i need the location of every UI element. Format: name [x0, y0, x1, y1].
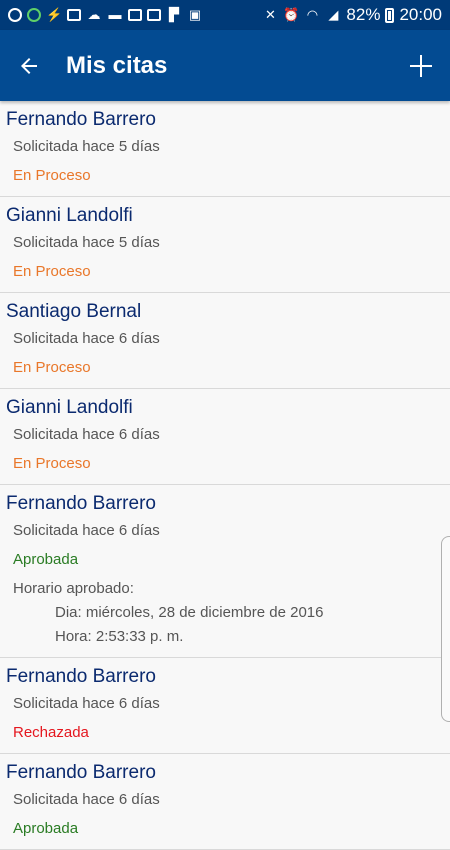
appointment-name: Gianni Landolfi: [6, 205, 133, 226]
appointment-name: Gianni Landolfi: [6, 397, 133, 418]
app-bar: Mis citas: [0, 30, 450, 101]
mute-icon: ✕: [264, 7, 276, 22]
cloud-icon: ☁: [87, 7, 101, 22]
image-icon: [67, 9, 81, 21]
appointment-requested: Solicitada hace 6 días: [13, 426, 160, 443]
check-circle-icon: [27, 8, 41, 22]
appointment-item[interactable]: Fernando Barrero Solicitada hace 6 días …: [0, 754, 450, 850]
lightning-icon: ⚡: [46, 7, 63, 22]
appointment-name: Fernando Barrero: [6, 762, 156, 783]
approved-schedule-label: Horario aprobado:: [13, 580, 134, 597]
back-button[interactable]: [0, 30, 58, 101]
appointment-status: Aprobada: [13, 551, 79, 568]
appointment-status: En Proceso: [13, 263, 91, 280]
appointment-name: Fernando Barrero: [6, 109, 156, 130]
appointment-list: Fernando Barrero Solicitada hace 5 días …: [0, 101, 450, 850]
mail-icon: [147, 9, 161, 21]
appointment-status: En Proceso: [13, 167, 91, 184]
wifi-icon: ◠: [306, 7, 319, 22]
status-bar-system: ✕ ⏰ ◠ ◢ 82% 20:00: [262, 5, 442, 25]
appointment-name: Fernando Barrero: [6, 493, 156, 514]
appointment-requested: Solicitada hace 5 días: [13, 138, 160, 155]
alarm-icon: ⏰: [283, 7, 300, 22]
plus-icon: [410, 54, 432, 77]
appointment-requested: Solicitada hace 6 días: [13, 330, 160, 347]
appointment-requested: Solicitada hace 6 días: [13, 695, 160, 712]
appointment-item[interactable]: Santiago Bernal Solicitada hace 6 días E…: [0, 293, 450, 389]
gallery-icon: [128, 9, 142, 21]
status-bar: ⚡ ☁ ▬ ▛ ▣ ✕ ⏰ ◠ ◢ 82% 20:00: [0, 0, 450, 30]
appointment-item[interactable]: Gianni Landolfi Solicitada hace 5 días E…: [0, 197, 450, 293]
status-bar-notifications: ⚡ ☁ ▬ ▛ ▣: [8, 8, 203, 22]
edge-panel-handle[interactable]: [441, 536, 450, 722]
add-appointment-button[interactable]: [392, 30, 450, 101]
appointment-status: En Proceso: [13, 359, 91, 376]
briefcase-icon: ▣: [188, 7, 202, 22]
signal-icon: ◢: [328, 7, 339, 22]
flipboard-icon: ▛: [169, 7, 179, 22]
drive-icon: ▬: [108, 7, 122, 22]
approved-schedule-time: Hora: 2:53:33 p. m.: [55, 628, 184, 645]
appointment-status: Rechazada: [13, 724, 89, 741]
appointment-requested: Solicitada hace 5 días: [13, 234, 160, 251]
battery-icon: [385, 7, 395, 23]
appointment-requested: Solicitada hace 6 días: [13, 522, 160, 539]
appointment-name: Santiago Bernal: [6, 301, 142, 322]
battery-percent: 82%: [346, 5, 381, 24]
appointment-item[interactable]: Fernando Barrero Solicitada hace 5 días …: [0, 101, 450, 197]
appointment-item[interactable]: Gianni Landolfi Solicitada hace 6 días E…: [0, 389, 450, 485]
appointment-item[interactable]: Fernando Barrero Solicitada hace 6 días …: [0, 658, 450, 754]
arrow-left-icon: [21, 57, 37, 74]
appointment-item[interactable]: Fernando Barrero Solicitada hace 6 días …: [0, 485, 450, 658]
appointment-status: Aprobada: [13, 820, 79, 837]
page-title: Mis citas: [66, 51, 168, 79]
appointment-status: En Proceso: [13, 455, 91, 472]
appointment-name: Fernando Barrero: [6, 666, 156, 687]
minus-circle-icon: [8, 8, 22, 22]
approved-schedule-day: Dia: miércoles, 28 de diciembre de 2016: [55, 604, 324, 621]
appointment-requested: Solicitada hace 6 días: [13, 791, 160, 808]
clock: 20:00: [399, 5, 442, 24]
